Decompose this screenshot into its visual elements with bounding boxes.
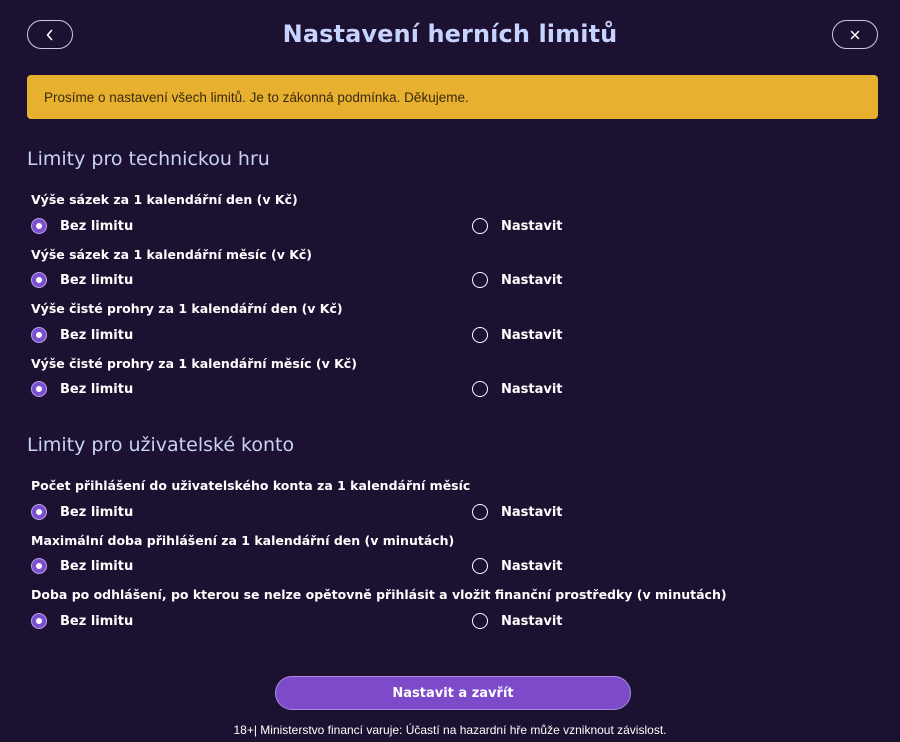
radio-unselected-icon[interactable] (472, 558, 488, 574)
option-label: Bez limitu (60, 381, 134, 397)
option-label: Bez limitu (60, 558, 134, 574)
section-title-technical-game: Limity pro technickou hru (27, 148, 270, 170)
radio-selected-icon[interactable] (31, 613, 47, 629)
radio-unselected-icon[interactable] (472, 613, 488, 629)
option-label: Bez limitu (60, 613, 134, 629)
option-set-limit[interactable]: Nastavit (472, 504, 563, 520)
radio-selected-icon[interactable] (31, 558, 47, 574)
option-no-limit[interactable]: Bez limitu (31, 272, 133, 288)
notice-text: Prosíme o nastavení všech limitů. Je to … (44, 89, 469, 105)
question-label: Výše čisté prohry za 1 kalendářní měsíc … (31, 356, 357, 371)
option-label: Bez limitu (60, 272, 134, 288)
page-title: Nastavení herních limitů (282, 20, 618, 48)
question-label: Doba po odhlášení, po kterou se nelze op… (31, 587, 727, 602)
option-no-limit[interactable]: Bez limitu (31, 613, 133, 629)
option-no-limit[interactable]: Bez limitu (31, 558, 133, 574)
radio-selected-icon[interactable] (31, 272, 47, 288)
question-label: Výše čisté prohry za 1 kalendářní den (v… (31, 301, 343, 316)
option-label: Nastavit (501, 504, 563, 520)
option-no-limit[interactable]: Bez limitu (31, 504, 133, 520)
close-icon (850, 30, 860, 40)
question-label: Výše sázek za 1 kalendářní den (v Kč) (31, 192, 298, 207)
question-label: Výše sázek za 1 kalendářní měsíc (v Kč) (31, 247, 312, 262)
option-label: Nastavit (501, 327, 563, 343)
option-label: Nastavit (501, 218, 563, 234)
radio-selected-icon[interactable] (31, 218, 47, 234)
question-label: Počet přihlášení do uživatelského konta … (31, 478, 471, 493)
option-label: Nastavit (501, 613, 563, 629)
question-label: Maximální doba přihlášení za 1 kalendářn… (31, 533, 455, 548)
option-set-limit[interactable]: Nastavit (472, 613, 563, 629)
option-label: Bez limitu (60, 504, 134, 520)
gambling-warning: 18+| Ministerstvo financí varuje: Účastí… (233, 723, 667, 737)
option-label: Nastavit (501, 558, 563, 574)
option-no-limit[interactable]: Bez limitu (31, 327, 133, 343)
limits-settings-page: Nastavení herních limitů Prosíme o nasta… (0, 0, 900, 742)
radio-selected-icon[interactable] (31, 381, 47, 397)
radio-selected-icon[interactable] (31, 504, 47, 520)
radio-unselected-icon[interactable] (472, 218, 488, 234)
option-no-limit[interactable]: Bez limitu (31, 381, 133, 397)
option-no-limit[interactable]: Bez limitu (31, 218, 133, 234)
legal-notice-banner: Prosíme o nastavení všech limitů. Je to … (27, 75, 878, 119)
option-label: Nastavit (501, 272, 563, 288)
option-set-limit[interactable]: Nastavit (472, 381, 563, 397)
option-label: Bez limitu (60, 218, 134, 234)
option-set-limit[interactable]: Nastavit (472, 327, 563, 343)
radio-unselected-icon[interactable] (472, 381, 488, 397)
radio-selected-icon[interactable] (31, 327, 47, 343)
header: Nastavení herních limitů (0, 0, 900, 70)
close-button[interactable] (832, 20, 878, 49)
radio-unselected-icon[interactable] (472, 504, 488, 520)
set-and-close-button[interactable]: Nastavit a zavřít (275, 676, 631, 710)
option-set-limit[interactable]: Nastavit (472, 272, 563, 288)
option-label: Bez limitu (60, 327, 134, 343)
option-set-limit[interactable]: Nastavit (472, 218, 563, 234)
section-title-user-account: Limity pro uživatelské konto (27, 434, 295, 456)
option-set-limit[interactable]: Nastavit (472, 558, 563, 574)
radio-unselected-icon[interactable] (472, 272, 488, 288)
radio-unselected-icon[interactable] (472, 327, 488, 343)
option-label: Nastavit (501, 381, 563, 397)
